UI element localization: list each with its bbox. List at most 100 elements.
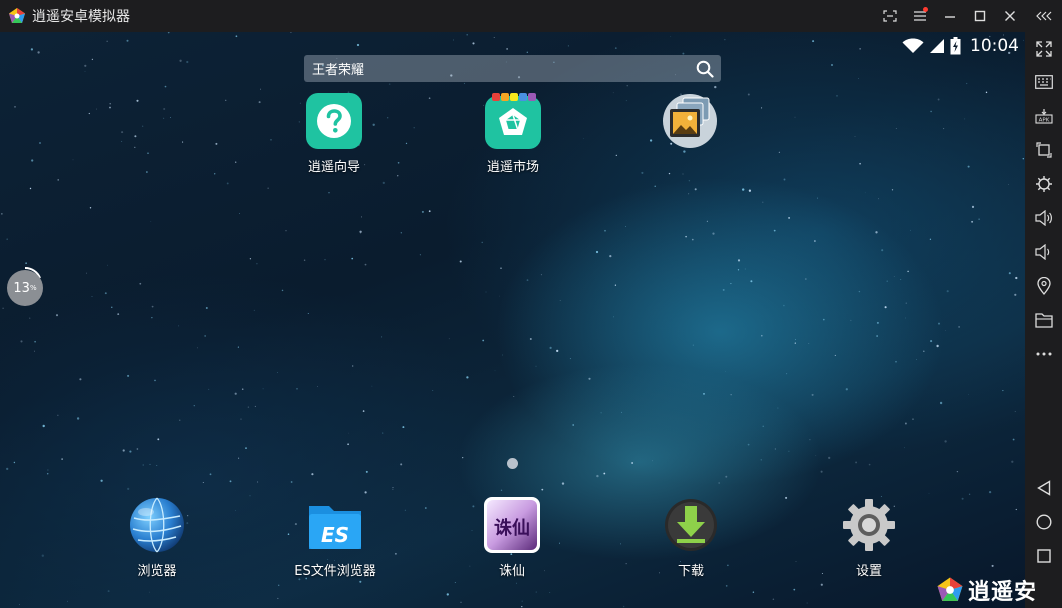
battery-charging-icon: [950, 37, 961, 55]
star: [311, 473, 314, 476]
star: [876, 335, 878, 337]
star: [1015, 508, 1017, 511]
star: [404, 509, 406, 511]
star: [572, 424, 575, 426]
rotate-button[interactable]: [1025, 135, 1062, 165]
screen-capture-button[interactable]: [875, 0, 905, 32]
star: [247, 406, 250, 408]
star: [944, 440, 947, 443]
android-screen[interactable]: 10:04 王者荣耀 逍遥向导 逍遥市场 浏览器 ES ES文件浏览器 诛仙 诛…: [0, 32, 1025, 608]
star: [126, 39, 129, 42]
recents-button[interactable]: [1025, 541, 1062, 571]
wifi-icon: [902, 38, 924, 53]
star: [724, 39, 726, 41]
star: [559, 300, 561, 301]
star: [812, 40, 815, 43]
volume-down-button[interactable]: [1025, 237, 1062, 267]
recents-icon: [1036, 549, 1051, 563]
collapse-sidebar-button[interactable]: [1025, 0, 1062, 32]
star: [859, 162, 861, 165]
shake-button[interactable]: [1025, 169, 1062, 199]
app-browser[interactable]: 浏览器: [102, 496, 212, 579]
star: [237, 346, 239, 348]
keyboard-button[interactable]: [1025, 67, 1062, 97]
star: [225, 99, 227, 101]
app-settings[interactable]: 设置: [814, 496, 924, 579]
star: [95, 108, 97, 110]
star: [134, 135, 137, 138]
star: [41, 554, 44, 557]
star: [260, 88, 261, 90]
star: [462, 457, 464, 459]
close-button[interactable]: [995, 0, 1025, 32]
app-es-file-explorer[interactable]: ES ES文件浏览器: [280, 496, 390, 579]
star: [971, 220, 974, 223]
star: [359, 230, 362, 233]
star: [117, 313, 120, 315]
star: [786, 373, 788, 375]
star: [249, 258, 252, 260]
star: [202, 481, 204, 484]
star: [142, 464, 144, 466]
app-guide[interactable]: 逍遥向导: [279, 92, 389, 175]
app-download[interactable]: 下载: [636, 496, 746, 579]
app-market[interactable]: 逍遥市场: [458, 92, 568, 175]
star: [609, 254, 612, 258]
star: [541, 488, 544, 491]
star: [38, 141, 42, 145]
maximize-button[interactable]: [965, 0, 995, 32]
shared-folder-button[interactable]: [1025, 305, 1062, 335]
back-button[interactable]: [1025, 473, 1062, 503]
fullscreen-button[interactable]: [1025, 34, 1062, 64]
folder-icon[interactable]: ES: [306, 496, 364, 554]
help-icon[interactable]: [305, 92, 363, 150]
market-icon[interactable]: [484, 92, 542, 150]
home-button[interactable]: [1025, 507, 1062, 537]
star: [795, 561, 797, 562]
gallery-icon[interactable]: [661, 92, 719, 150]
star: [811, 393, 814, 396]
apk-install-icon: APK: [1034, 109, 1053, 124]
app-gallery[interactable]: [635, 92, 745, 150]
star: [317, 386, 318, 387]
download-icon[interactable]: [662, 496, 720, 554]
more-button[interactable]: [1025, 339, 1062, 369]
gear-icon[interactable]: [840, 496, 898, 554]
star: [772, 598, 775, 601]
star: [691, 238, 694, 241]
star: [682, 173, 684, 175]
star: [930, 340, 933, 343]
screen-capture-icon: [883, 10, 897, 22]
minimize-button[interactable]: [935, 0, 965, 32]
star: [392, 487, 394, 488]
star: [909, 229, 912, 231]
star: [106, 40, 108, 42]
app-label: 逍遥市场: [486, 160, 539, 175]
memory-boost-button[interactable]: 13%: [7, 270, 43, 306]
star: [397, 175, 399, 177]
star: [413, 127, 415, 129]
search-input[interactable]: 王者荣耀: [312, 59, 693, 78]
star: [463, 82, 465, 84]
apk-install-button[interactable]: APK: [1025, 101, 1062, 131]
game-icon[interactable]: 诛仙: [483, 496, 541, 554]
globe-icon[interactable]: [128, 496, 186, 554]
app-zhuxian[interactable]: 诛仙 诛仙: [457, 496, 567, 579]
star: [30, 48, 34, 51]
star: [1023, 39, 1024, 41]
menu-button[interactable]: [905, 0, 935, 32]
star: [1014, 411, 1016, 412]
star: [725, 585, 728, 587]
star: [777, 407, 779, 409]
star: [290, 481, 293, 483]
search-button[interactable]: [693, 57, 717, 81]
search-bar[interactable]: 王者荣耀: [304, 55, 721, 82]
location-button[interactable]: [1025, 271, 1062, 301]
window-title: 逍遥安卓模拟器: [32, 9, 130, 25]
star: [47, 469, 49, 471]
volume-up-button[interactable]: [1025, 203, 1062, 233]
star: [773, 229, 776, 232]
star: [253, 309, 255, 311]
star: [750, 280, 753, 283]
star: [371, 385, 373, 387]
